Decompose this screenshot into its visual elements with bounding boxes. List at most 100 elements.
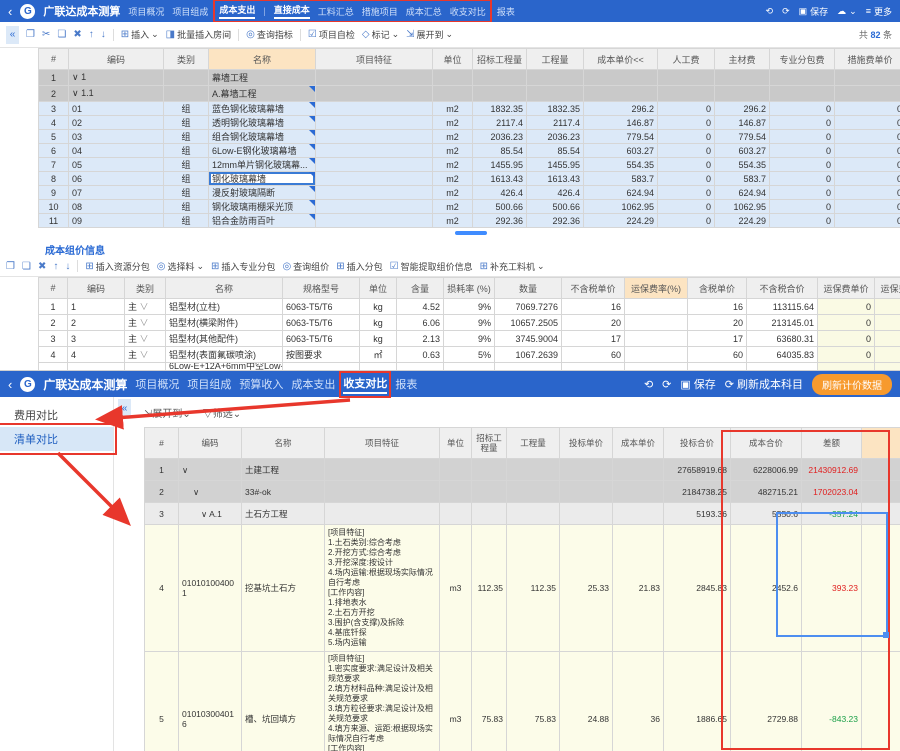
- cell[interactable]: 603.27: [715, 144, 770, 158]
- cell[interactable]: 16: [562, 299, 625, 315]
- cell[interactable]: [584, 86, 658, 102]
- cell[interactable]: [68, 363, 125, 371]
- cell[interactable]: 漫反射玻璃隔断: [209, 186, 316, 200]
- column-header[interactable]: 运保费单价: [818, 278, 875, 299]
- cell[interactable]: m2: [433, 116, 473, 130]
- column-header[interactable]: 含税单价: [688, 278, 747, 299]
- cell[interactable]: 2: [145, 481, 179, 503]
- cell[interactable]: 组: [164, 200, 209, 214]
- cell[interactable]: 主: [125, 347, 166, 363]
- expand-to-button[interactable]: ⇲展开到⌄: [406, 28, 453, 41]
- tab-direct-cost[interactable]: 直接成本: [274, 3, 310, 19]
- cell[interactable]: 1832.35: [527, 102, 584, 116]
- cell[interactable]: 20: [688, 315, 747, 331]
- cell[interactable]: [472, 459, 507, 481]
- cell[interactable]: 幕墙工程: [209, 70, 316, 86]
- cell[interactable]: 1832.35: [473, 102, 527, 116]
- cell[interactable]: [507, 503, 560, 525]
- cell[interactable]: [715, 70, 770, 86]
- column-header[interactable]: 成本单价<<: [584, 49, 658, 70]
- cell[interactable]: [316, 116, 433, 130]
- cell[interactable]: 0: [658, 172, 715, 186]
- cell[interactable]: [625, 315, 688, 331]
- cell[interactable]: 1455.95: [527, 158, 584, 172]
- cell[interactable]: 0: [658, 200, 715, 214]
- cell[interactable]: m2: [433, 200, 473, 214]
- menu-budget-income[interactable]: 预算收入: [239, 376, 283, 392]
- paste-icon[interactable]: ❏: [22, 261, 31, 272]
- move-up-icon[interactable]: ↑: [89, 29, 94, 40]
- cell[interactable]: 2.13: [397, 331, 444, 347]
- column-header[interactable]: 类别: [125, 278, 166, 299]
- cell[interactable]: 组合钢化玻璃幕墙: [209, 130, 316, 144]
- cell[interactable]: -44.69%: [862, 652, 900, 751]
- cell[interactable]: [472, 503, 507, 525]
- cell[interactable]: 主: [125, 299, 166, 315]
- column-header[interactable]: 单位: [433, 49, 473, 70]
- cell[interactable]: 0: [658, 116, 715, 130]
- cell[interactable]: 1067.2639: [495, 347, 562, 363]
- cell[interactable]: 0: [835, 144, 900, 158]
- cell[interactable]: 0: [835, 214, 900, 228]
- cell[interactable]: 铝合金防雨百叶: [209, 214, 316, 228]
- cell[interactable]: 0: [658, 130, 715, 144]
- cell[interactable]: [770, 70, 835, 86]
- cell[interactable]: [658, 70, 715, 86]
- cell[interactable]: 0: [875, 315, 900, 331]
- cell[interactable]: [316, 186, 433, 200]
- cell[interactable]: m3: [440, 525, 472, 652]
- cell[interactable]: [125, 363, 166, 371]
- horizontal-scrollbar[interactable]: [0, 228, 900, 238]
- cell[interactable]: 0: [658, 186, 715, 200]
- cell[interactable]: ∨: [179, 459, 242, 481]
- cell[interactable]: 779.54: [715, 130, 770, 144]
- column-header[interactable]: 运保费率(%): [625, 278, 688, 299]
- cell[interactable]: 组: [164, 172, 209, 186]
- cell[interactable]: 85.54: [527, 144, 584, 158]
- cell[interactable]: 21.83: [613, 525, 664, 652]
- cell[interactable]: 06: [69, 172, 164, 186]
- cell[interactable]: 6228006.99: [731, 459, 802, 481]
- cell[interactable]: kg: [360, 315, 397, 331]
- column-header[interactable]: 措施费单价: [835, 49, 900, 70]
- cell[interactable]: 77.91%: [862, 481, 900, 503]
- cell[interactable]: m2: [433, 130, 473, 144]
- cell[interactable]: m2: [433, 172, 473, 186]
- cell[interactable]: 组: [164, 186, 209, 200]
- column-header[interactable]: 损耗率 (%): [444, 278, 495, 299]
- sidebar-item-list-compare-annotated[interactable]: 清单对比: [0, 427, 113, 451]
- cell[interactable]: 500.66: [473, 200, 527, 214]
- cell[interactable]: [584, 70, 658, 86]
- move-down-icon[interactable]: ↓: [65, 261, 70, 272]
- smart-extract-button[interactable]: ☑智能提取组价信息: [390, 260, 473, 273]
- cell[interactable]: 0: [818, 315, 875, 331]
- cell[interactable]: 4: [68, 347, 125, 363]
- cell[interactable]: ∨ 1.1: [69, 86, 164, 102]
- cell[interactable]: 0: [770, 102, 835, 116]
- cell[interactable]: 4: [39, 116, 69, 130]
- menu-project-overview[interactable]: 项目概况: [135, 376, 179, 392]
- cell[interactable]: 5: [39, 130, 69, 144]
- filter-button[interactable]: ▽筛选⌄: [203, 405, 241, 420]
- cell[interactable]: 铝型材(其他配件): [166, 331, 283, 347]
- cell[interactable]: 土建工程: [242, 459, 325, 481]
- cell[interactable]: 146.87: [584, 116, 658, 130]
- query-price-button[interactable]: ◎查询组价: [282, 260, 329, 273]
- cell[interactable]: [325, 459, 440, 481]
- tab-cost-breakdown-info[interactable]: 成本组价信息: [0, 238, 900, 256]
- cell[interactable]: m2: [433, 102, 473, 116]
- cell[interactable]: 组: [164, 102, 209, 116]
- cell[interactable]: [325, 481, 440, 503]
- cell[interactable]: 426.4: [527, 186, 584, 200]
- column-header[interactable]: #: [145, 428, 179, 459]
- cell[interactable]: 7: [39, 158, 69, 172]
- cell[interactable]: [835, 70, 900, 86]
- cell[interactable]: 0: [818, 331, 875, 347]
- cell[interactable]: 0: [835, 200, 900, 214]
- cell[interactable]: 0: [835, 158, 900, 172]
- cell[interactable]: [316, 144, 433, 158]
- cell[interactable]: 75.83: [507, 652, 560, 751]
- cell[interactable]: [360, 363, 397, 371]
- cell[interactable]: 224.29: [584, 214, 658, 228]
- cell[interactable]: 1: [39, 70, 69, 86]
